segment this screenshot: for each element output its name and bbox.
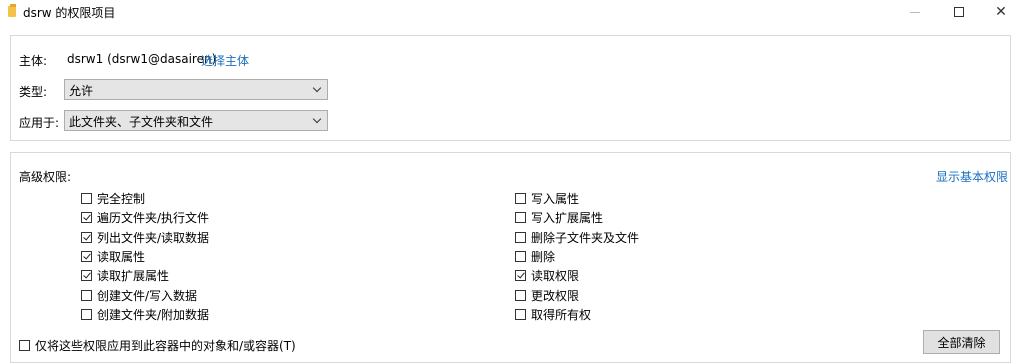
select-principal-link[interactable]: 选择主体 (201, 52, 249, 69)
checkbox[interactable] (81, 308, 92, 320)
chevron-down-icon (312, 114, 322, 124)
checkbox[interactable] (515, 192, 526, 204)
permission-write-attributes[interactable]: 写入属性 (515, 190, 579, 206)
principal-value: dsrw1 (dsrw1@dasairen) (67, 52, 217, 66)
applies-to-label: 应用于: (19, 116, 60, 130)
permission-read-permissions[interactable]: 读取权限 (515, 267, 579, 283)
close-icon: ✕ (995, 4, 1007, 20)
checkbox[interactable] (81, 269, 92, 281)
permission-create-files-write-data[interactable]: 创建文件/写入数据 (81, 287, 197, 303)
permission-label: 读取权限 (531, 268, 580, 283)
checkbox[interactable] (515, 269, 526, 281)
checkbox[interactable] (515, 289, 526, 301)
permission-change-permissions[interactable]: 更改权限 (515, 287, 579, 303)
applies-to-selected-value: 此文件夹、子文件夹和文件 (69, 115, 214, 129)
permission-label: 删除子文件夹及文件 (531, 230, 640, 245)
permission-full-control[interactable]: 完全控制 (81, 190, 145, 206)
minimize-icon (910, 11, 920, 13)
advanced-permissions-panel (10, 152, 1011, 363)
permission-label: 写入扩展属性 (531, 210, 604, 225)
permission-read-extended-attributes[interactable]: 读取扩展属性 (81, 267, 169, 283)
title-bar: dsrw 的权限项目 ✕ (0, 0, 1024, 24)
permission-write-extended-attributes[interactable]: 写入扩展属性 (515, 209, 603, 225)
permission-label: 更改权限 (531, 288, 580, 303)
checkbox[interactable] (515, 231, 526, 243)
type-label: 类型: (19, 85, 48, 99)
permission-delete[interactable]: 删除 (515, 248, 555, 264)
permission-label: 读取扩展属性 (97, 268, 170, 283)
permission-label: 删除 (531, 249, 556, 264)
checkbox[interactable] (515, 211, 526, 223)
permission-create-folders-append-data[interactable]: 创建文件夹/附加数据 (81, 306, 209, 322)
permission-delete-subfolders-files[interactable]: 删除子文件夹及文件 (515, 229, 639, 245)
close-button[interactable]: ✕ (978, 0, 1024, 24)
apply-to-objects-within-container-option[interactable]: 仅将这些权限应用到此容器中的对象和/或容器(T) (19, 337, 296, 353)
principal-label: 主体: (19, 54, 48, 68)
checkbox[interactable] (81, 211, 92, 223)
folder-icon (8, 4, 16, 17)
permission-label: 完全控制 (97, 191, 146, 206)
permission-list-read-data[interactable]: 列出文件夹/读取数据 (81, 229, 209, 245)
apply-only-label: 仅将这些权限应用到此容器中的对象和/或容器(T) (35, 338, 296, 353)
applies-to-select[interactable]: 此文件夹、子文件夹和文件 (64, 110, 328, 131)
permission-label: 读取属性 (97, 249, 146, 264)
checkbox[interactable] (81, 231, 92, 243)
maximize-icon (954, 7, 964, 17)
maximize-button[interactable] (936, 0, 982, 24)
permission-label: 列出文件夹/读取数据 (97, 230, 210, 245)
checkbox[interactable] (515, 308, 526, 320)
checkbox[interactable] (19, 339, 30, 351)
window-title: dsrw 的权限项目 (23, 6, 116, 20)
checkbox[interactable] (515, 250, 526, 262)
advanced-permissions-label: 高级权限: (19, 170, 72, 184)
show-basic-permissions-link[interactable]: 显示基本权限 (936, 168, 1008, 185)
checkbox[interactable] (81, 192, 92, 204)
type-selected-value: 允许 (69, 84, 94, 98)
permission-label: 创建文件夹/附加数据 (97, 307, 210, 322)
clear-all-button[interactable]: 全部清除 (923, 330, 1000, 354)
permission-take-ownership[interactable]: 取得所有权 (515, 306, 591, 322)
permission-label: 取得所有权 (531, 307, 592, 322)
permission-label: 创建文件/写入数据 (97, 288, 198, 303)
checkbox[interactable] (81, 250, 92, 262)
permission-label: 写入属性 (531, 191, 580, 206)
permission-label: 遍历文件夹/执行文件 (97, 210, 210, 225)
type-select[interactable]: 允许 (64, 79, 328, 100)
permission-read-attributes[interactable]: 读取属性 (81, 248, 145, 264)
chevron-down-icon (312, 83, 322, 93)
checkbox[interactable] (81, 289, 92, 301)
minimize-button[interactable] (892, 0, 938, 24)
permission-traverse-execute[interactable]: 遍历文件夹/执行文件 (81, 209, 209, 225)
